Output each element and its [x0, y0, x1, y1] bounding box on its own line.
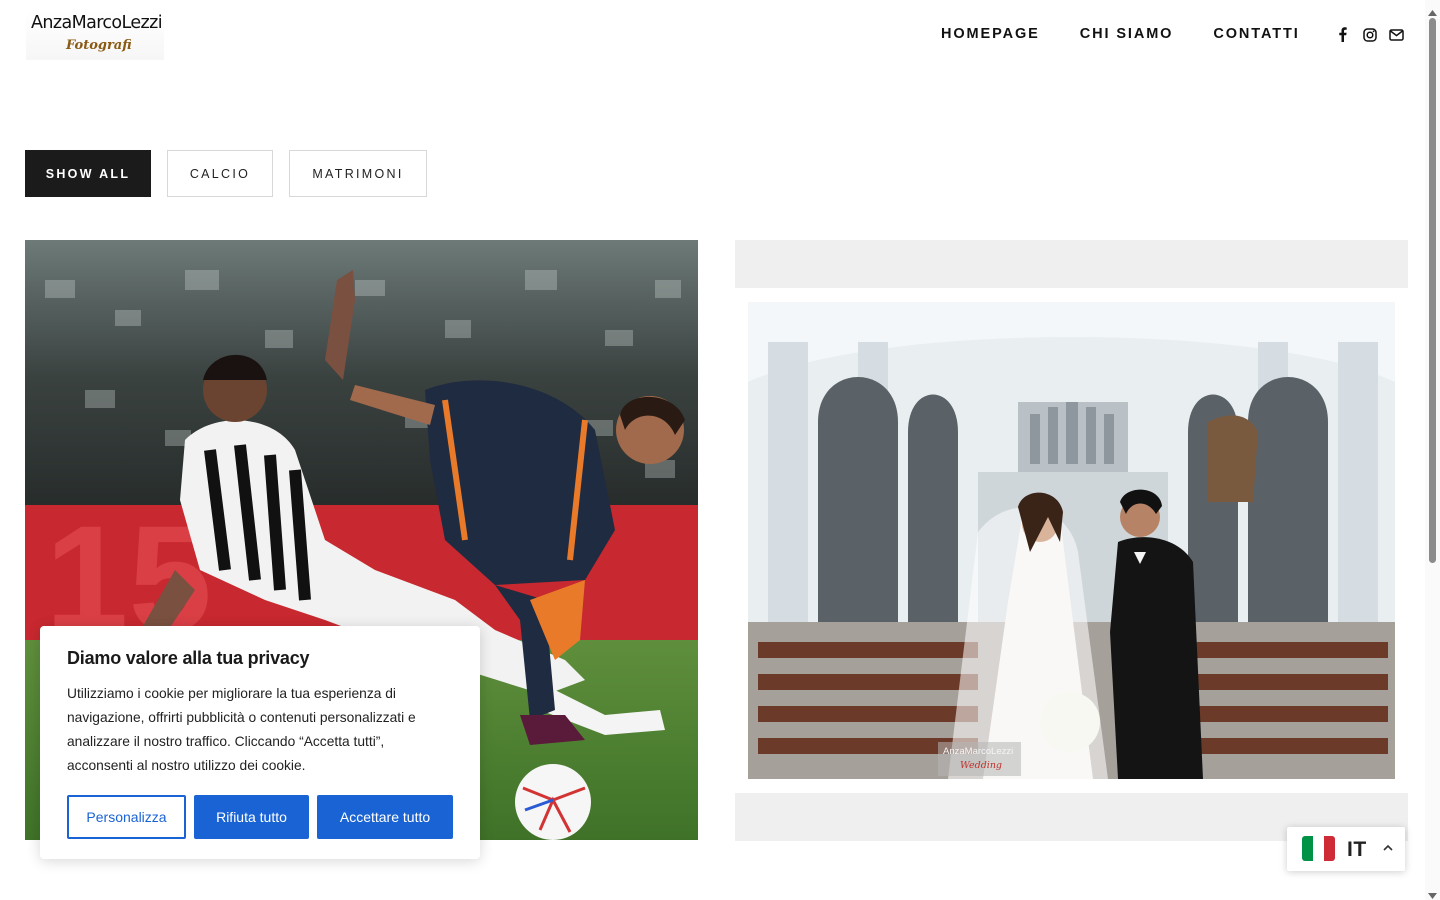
customize-button[interactable]: Personalizza	[67, 795, 186, 839]
scrollbar-thumb[interactable]	[1429, 18, 1436, 563]
nav-item-homepage[interactable]: HOMEPAGE	[941, 26, 1040, 42]
page: AnzaMarcoLezzi Fotografi HOMEPAGE CHI SI…	[0, 0, 1440, 900]
portfolio-filters: SHOW ALL CALCIO MATRIMONI	[25, 150, 427, 197]
watermark-line-2: Wedding	[960, 760, 1003, 771]
cookie-consent-banner: Diamo valore alla tua privacy Utilizziam…	[40, 626, 480, 859]
watermark-line-1: AnzaMarcoLezzi	[943, 746, 1014, 757]
reject-all-button[interactable]: Rifiuta tutto	[194, 795, 309, 839]
chevron-up-icon	[1382, 841, 1394, 859]
photo-watermark: AnzaMarcoLezzi Wedding	[938, 742, 1021, 776]
scroll-down-arrow-icon[interactable]	[1428, 886, 1437, 900]
nav-item-chi-siamo[interactable]: CHI SIAMO	[1080, 26, 1174, 42]
wedding-photo-image: AnzaMarcoLezzi Wedding	[748, 302, 1395, 779]
cookie-text: Utilizziamo i cookie per migliorare la t…	[67, 686, 416, 773]
language-switcher[interactable]: IT	[1287, 827, 1405, 871]
cookie-title: Diamo valore alla tua privacy	[67, 648, 310, 668]
nav-item-contatti[interactable]: CONTATTI	[1213, 26, 1299, 42]
email-icon[interactable]	[1389, 26, 1404, 43]
accept-all-button[interactable]: Accettare tutto	[317, 795, 453, 839]
gallery-item-wedding-photo[interactable]: AnzaMarcoLezzi Wedding	[735, 240, 1408, 841]
language-code: IT	[1347, 838, 1367, 861]
main-nav: HOMEPAGE CHI SIAMO CONTATTI	[941, 26, 1340, 42]
italy-flag-icon	[1302, 836, 1335, 861]
social-links	[1335, 26, 1404, 43]
site-logo[interactable]: AnzaMarcoLezzi Fotografi	[26, 10, 164, 60]
photo-top-band	[735, 240, 1408, 288]
instagram-icon[interactable]	[1362, 26, 1377, 43]
filter-show-all-button[interactable]: SHOW ALL	[25, 150, 151, 197]
facebook-icon[interactable]	[1335, 26, 1350, 43]
filter-calcio-button[interactable]: CALCIO	[167, 150, 273, 197]
logo-main-text: AnzaMarcoLezzi	[31, 13, 163, 33]
filter-matrimoni-button[interactable]: MATRIMONI	[289, 150, 427, 197]
page-scrollbar[interactable]	[1425, 0, 1440, 900]
logo-sub-text: Fotografi	[66, 38, 132, 53]
